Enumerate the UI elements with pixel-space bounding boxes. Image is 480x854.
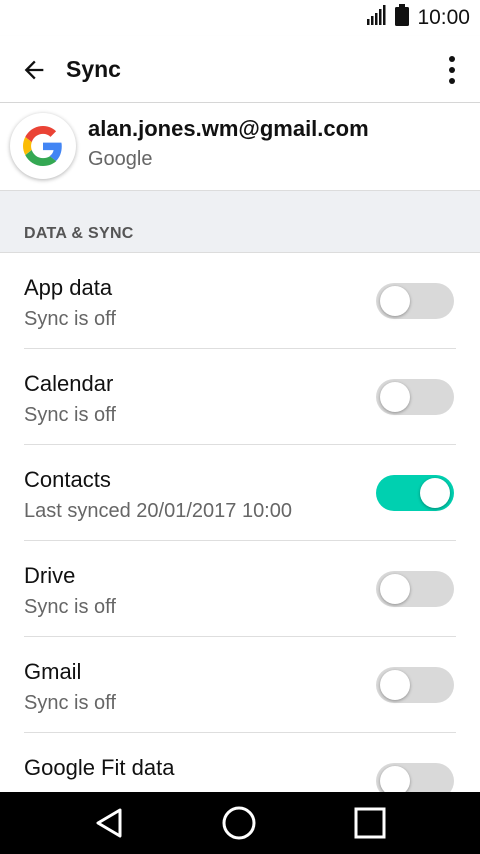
sync-item-title: Google Fit data xyxy=(24,755,175,780)
page-title: Sync xyxy=(66,56,121,82)
nav-back-button[interactable] xyxy=(89,803,129,843)
toggle-knob xyxy=(380,286,410,316)
square-recents-icon xyxy=(354,807,386,839)
more-options-button[interactable] xyxy=(442,50,462,90)
sync-item-drive[interactable]: Drive Sync is off xyxy=(0,541,480,637)
section-header: DATA & SYNC xyxy=(0,191,480,253)
sync-item-title: Calendar xyxy=(24,371,114,396)
section-label: DATA & SYNC xyxy=(24,225,134,242)
sync-item-title: App data xyxy=(24,275,113,300)
battery-icon xyxy=(395,4,410,32)
sync-list: App data Sync is off Calendar Sync is of… xyxy=(0,253,480,829)
sync-item-title: Contacts xyxy=(24,467,111,492)
status-bar: 10:00 xyxy=(0,0,480,36)
signal-icon xyxy=(367,5,387,31)
sync-item-subtitle: Last synced 20/01/2017 10:00 xyxy=(24,500,292,522)
sync-toggle[interactable] xyxy=(376,379,454,415)
sync-item-title: Drive xyxy=(24,563,76,588)
status-time: 10:00 xyxy=(417,6,470,29)
nav-home-button[interactable] xyxy=(219,803,259,843)
account-header: alan.jones.wm@gmail.com Google xyxy=(0,103,480,191)
sync-toggle[interactable] xyxy=(376,571,454,607)
toggle-knob xyxy=(420,478,450,508)
sync-toggle[interactable] xyxy=(376,475,454,511)
toggle-knob xyxy=(380,382,410,412)
toggle-knob xyxy=(380,670,410,700)
toggle-knob xyxy=(380,574,410,604)
navigation-bar xyxy=(0,792,480,854)
account-avatar xyxy=(10,113,76,179)
google-logo-icon xyxy=(23,126,62,166)
sync-item-subtitle: Sync is off xyxy=(24,692,116,714)
back-button[interactable] xyxy=(14,50,54,90)
sync-item-contacts[interactable]: Contacts Last synced 20/01/2017 10:00 xyxy=(0,445,480,541)
sync-toggle[interactable] xyxy=(376,283,454,319)
sync-item-calendar[interactable]: Calendar Sync is off xyxy=(0,349,480,445)
status-icons: 10:00 xyxy=(367,4,470,32)
sync-item-subtitle: Sync is off xyxy=(24,308,116,330)
more-vert-icon xyxy=(449,56,455,84)
sync-item-app-data[interactable]: App data Sync is off xyxy=(0,253,480,349)
nav-recents-button[interactable] xyxy=(350,803,390,843)
triangle-back-icon xyxy=(96,808,122,838)
back-arrow-icon xyxy=(24,60,44,80)
circle-home-icon xyxy=(222,806,256,840)
sync-toggle[interactable] xyxy=(376,667,454,703)
sync-item-subtitle: Sync is off xyxy=(24,404,116,426)
app-bar: Sync xyxy=(0,36,480,103)
sync-item-subtitle: Sync is off xyxy=(24,596,116,618)
sync-item-title: Gmail xyxy=(24,659,82,684)
account-type: Google xyxy=(88,148,153,170)
account-email: alan.jones.wm@gmail.com xyxy=(88,116,369,141)
sync-item-gmail[interactable]: Gmail Sync is off xyxy=(0,637,480,733)
